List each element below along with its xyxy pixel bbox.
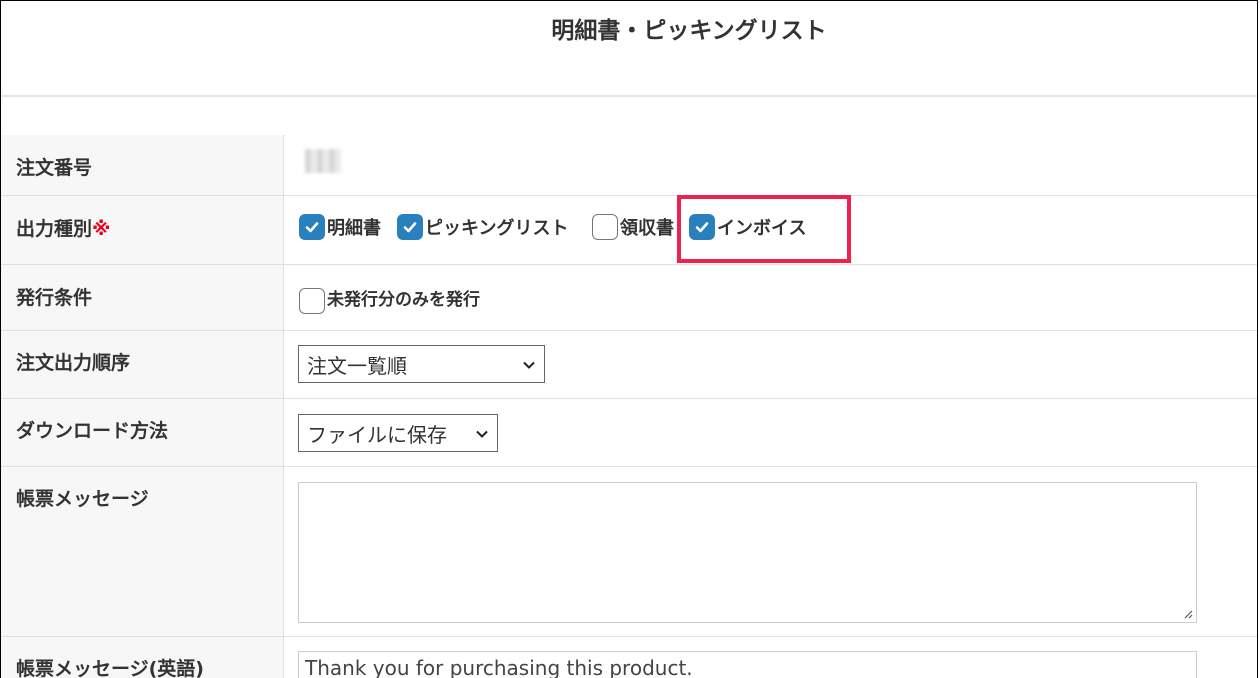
checkbox-statement-label: 明細書 [327, 218, 381, 239]
checkbox-unissued-only-label: 未発行分のみを発行 [327, 289, 480, 310]
chevron-down-icon [476, 430, 488, 438]
panel-header: 明細書・ピッキングリスト [1, 1, 1257, 97]
label-download-method: ダウンロード方法 [1, 399, 284, 466]
checkbox-statement[interactable]: 明細書 [299, 214, 381, 240]
label-output-type: 出力種別※ [1, 196, 284, 264]
form-message-en-cell: Thank you for purchasing this product. [285, 637, 1257, 678]
download-method-selected: ファイルに保存 [307, 422, 447, 447]
form-message-en-textarea[interactable]: Thank you for purchasing this product. [298, 651, 1197, 678]
label-issue-condition: 発行条件 [1, 265, 284, 330]
check-icon [305, 222, 319, 233]
resize-grip-icon[interactable] [1181, 607, 1193, 619]
checkbox-receipt-box[interactable] [592, 214, 618, 240]
row-output-type: 出力種別※ 明細書 ピッキングリスト 領収書 インボイス [1, 196, 1257, 265]
checkbox-receipt[interactable]: 領収書 [592, 214, 674, 240]
checkbox-receipt-label: 領収書 [620, 218, 674, 239]
required-mark: ※ [92, 218, 111, 240]
form-message-cell [285, 467, 1257, 636]
order-output-sort-select[interactable]: 注文一覧順 [298, 345, 545, 383]
chevron-down-icon [523, 361, 535, 369]
row-form-message-en: 帳票メッセージ(英語) Thank you for purchasing thi… [1, 637, 1257, 678]
row-issue-condition: 発行条件 未発行分のみを発行 [1, 265, 1257, 331]
checkbox-picking-list[interactable]: ピッキングリスト [397, 214, 568, 240]
label-order-number: 注文番号 [1, 135, 284, 195]
row-download-method: ダウンロード方法 ファイルに保存 [1, 399, 1257, 467]
invoice-highlight-box [677, 195, 851, 263]
order-output-sort-selected: 注文一覧順 [307, 353, 407, 378]
row-form-message: 帳票メッセージ [1, 467, 1257, 637]
checkbox-statement-box[interactable] [299, 214, 325, 240]
row-order-output-sort: 注文出力順序 注文一覧順 [1, 331, 1257, 399]
checkbox-unissued-only[interactable]: 未発行分のみを発行 [299, 280, 480, 314]
check-icon [403, 222, 417, 233]
form-message-en-value: Thank you for purchasing this product. [305, 656, 693, 678]
print-settings-panel: 明細書・ピッキングリスト 注文番号 出力種別※ 明細書 ピッキングリスト 領収書 [0, 0, 1258, 678]
checkbox-picking-list-label: ピッキングリスト [425, 218, 569, 239]
page-title: 明細書・ピッキングリスト [551, 18, 827, 44]
order-number-redacted [305, 149, 341, 173]
order-output-sort-cell: 注文一覧順 [285, 331, 1257, 398]
form-message-textarea[interactable] [298, 482, 1197, 623]
label-form-message-en: 帳票メッセージ(英語) [1, 637, 284, 678]
label-output-type-text: 出力種別 [16, 218, 93, 240]
issue-condition-options: 未発行分のみを発行 [285, 265, 1257, 330]
label-order-output-sort: 注文出力順序 [1, 331, 284, 398]
download-method-select[interactable]: ファイルに保存 [298, 414, 498, 452]
header-spacer [1, 97, 1257, 136]
download-method-cell: ファイルに保存 [285, 399, 1257, 466]
checkbox-picking-list-box[interactable] [397, 214, 423, 240]
checkbox-unissued-only-box[interactable] [299, 288, 325, 314]
label-form-message: 帳票メッセージ [1, 467, 284, 636]
order-number-value [285, 135, 1257, 195]
row-order-number: 注文番号 [1, 135, 1257, 196]
